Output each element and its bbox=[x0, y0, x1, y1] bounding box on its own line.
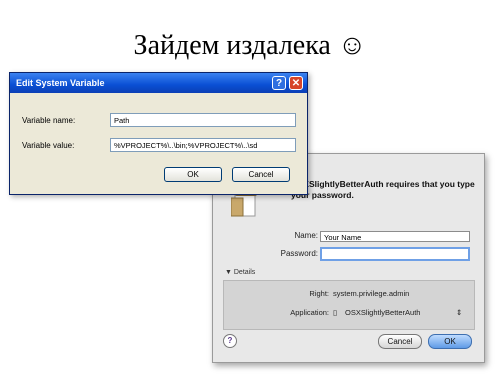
variable-value-label: Variable value: bbox=[22, 141, 75, 150]
right-value: system.privilege.admin bbox=[333, 289, 410, 298]
password-label: Password: bbox=[280, 249, 318, 258]
variable-value-field[interactable]: %VPROJECT%\..\bin;%VPROJECT%\..\sd bbox=[110, 138, 296, 152]
variable-name-field[interactable]: Path bbox=[110, 113, 296, 127]
right-label: Right: bbox=[309, 289, 329, 298]
stepper-icon[interactable]: ⇕ bbox=[456, 308, 462, 317]
details-box: Right: system.privilege.admin Applicatio… bbox=[223, 280, 475, 330]
application-value: OSXSlightlyBetterAuth bbox=[345, 308, 421, 317]
cancel-button[interactable]: Cancel bbox=[232, 167, 290, 182]
cancel-button[interactable]: Cancel bbox=[378, 334, 422, 349]
help-button[interactable]: ? bbox=[223, 334, 237, 348]
ok-button[interactable]: OK bbox=[428, 334, 472, 349]
details-label: Details bbox=[233, 269, 256, 276]
details-toggle[interactable]: ▼ Details bbox=[225, 269, 255, 276]
name-label: Name: bbox=[294, 231, 318, 240]
slide-title: Зайдем издалека ☺ bbox=[133, 30, 367, 61]
variable-name-label: Variable name: bbox=[22, 116, 76, 125]
close-button[interactable]: ✕ bbox=[289, 76, 303, 90]
edit-system-variable-dialog: Edit System Variable ? ✕ Variable name: … bbox=[9, 72, 308, 195]
auth-message: OSXSlightlyBetterAuth requires that you … bbox=[291, 179, 475, 200]
ok-button[interactable]: OK bbox=[164, 167, 222, 182]
name-field[interactable]: Your Name bbox=[320, 231, 470, 242]
app-icon: ▯ bbox=[333, 308, 338, 317]
password-field[interactable] bbox=[320, 247, 470, 261]
application-label: Application: bbox=[290, 308, 329, 317]
dialog-titlebar[interactable]: Edit System Variable bbox=[10, 73, 307, 93]
help-button[interactable]: ? bbox=[272, 76, 286, 90]
